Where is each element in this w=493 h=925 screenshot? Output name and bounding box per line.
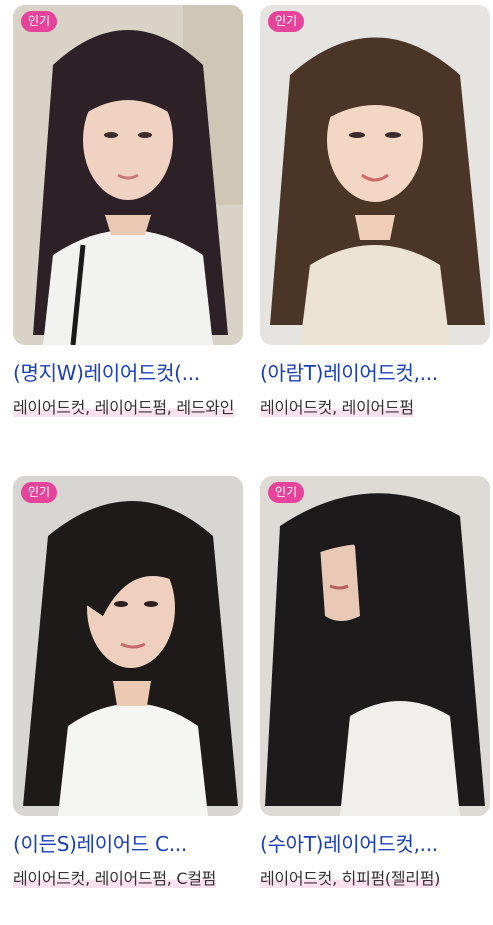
hairstyle-photo[interactable]: 인기: [13, 476, 243, 816]
hairstyle-photo[interactable]: 인기: [260, 5, 490, 345]
hairstyle-tags: 레이어드컷, 레이어드펌: [260, 395, 490, 421]
hairstyle-card[interactable]: 인기 (명지W)레이어드컷(... 레이어드컷, 레이어드펌, 레드와인: [13, 5, 243, 421]
hairstyle-photo[interactable]: 인기: [260, 476, 490, 816]
popular-badge: 인기: [268, 11, 305, 32]
tag: 레이어드컷, 레이어드펌: [260, 398, 414, 417]
hairstyle-card[interactable]: 인기 (아람T)레이어드컷,... 레이어드컷, 레이어드펌: [260, 5, 490, 421]
hairstyle-title[interactable]: (이든S)레이어드 C...: [13, 830, 243, 858]
hairstyle-tags: 레이어드컷, 레이어드펌, C컬펌: [13, 866, 243, 892]
tag: 레이어드컷, 히피펌(젤리펌): [260, 869, 441, 888]
hairstyle-card[interactable]: 인기 (이든S)레이어드 C... 레이어드컷, 레이어드펌, C컬펌: [13, 476, 243, 892]
popular-badge: 인기: [268, 482, 305, 503]
hairstyle-tags: 레이어드컷, 히피펌(젤리펌): [260, 866, 490, 892]
hairstyle-title[interactable]: (명지W)레이어드컷(...: [13, 359, 243, 387]
hairstyle-title[interactable]: (수아T)레이어드컷,...: [260, 830, 490, 858]
hairstyle-card[interactable]: 인기 (수아T)레이어드컷,... 레이어드컷, 히피펌(젤리펌): [260, 476, 490, 892]
hairstyle-grid: 인기 (명지W)레이어드컷(... 레이어드컷, 레이어드펌, 레드와인 인기 …: [0, 0, 493, 925]
hairstyle-tags: 레이어드컷, 레이어드펌, 레드와인: [13, 395, 243, 421]
hairstyle-photo[interactable]: 인기: [13, 5, 243, 345]
tag: 레이어드컷, 레이어드펌, C컬펌: [13, 869, 217, 888]
tag: 레이어드컷, 레이어드펌, 레드와인: [13, 398, 235, 417]
hairstyle-title[interactable]: (아람T)레이어드컷,...: [260, 359, 490, 387]
popular-badge: 인기: [21, 482, 58, 503]
popular-badge: 인기: [21, 11, 58, 32]
